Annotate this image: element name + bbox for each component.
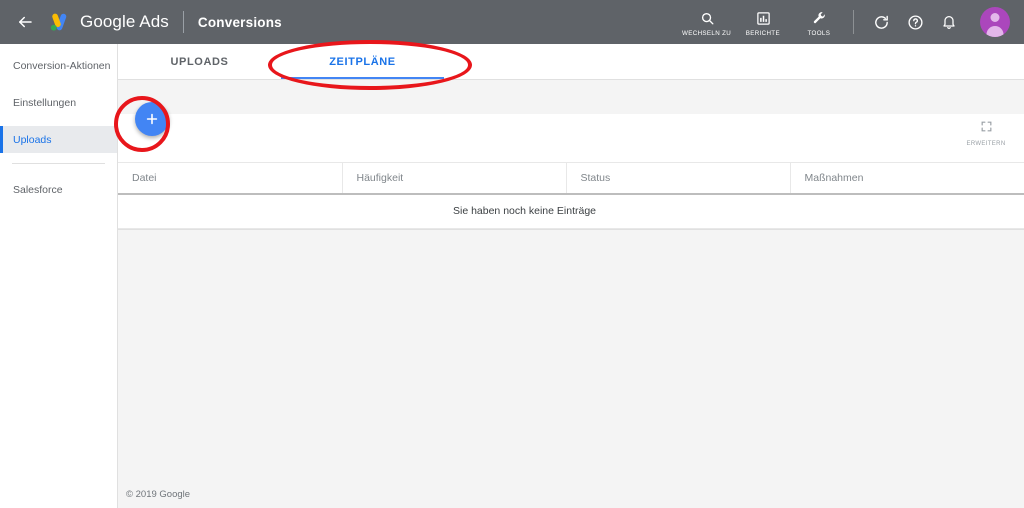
- sidebar-item-salesforce[interactable]: Salesforce: [0, 176, 117, 203]
- table-body: Sie haben noch keine Einträge: [118, 193, 1024, 229]
- sidebar-item-label: Conversion-Aktionen: [13, 59, 111, 72]
- wrench-icon: [812, 9, 827, 28]
- add-schedule-button[interactable]: [135, 102, 169, 136]
- reports-button[interactable]: BERICHTE: [735, 7, 791, 37]
- table-header-row: Datei Häufigkeit Status Maßnahmen: [118, 162, 1024, 195]
- refresh-icon[interactable]: [864, 5, 898, 39]
- tools-button[interactable]: TOOLS: [791, 7, 847, 37]
- empty-state-message: Sie haben noch keine Einträge: [118, 193, 1024, 229]
- top-app-bar: Google Ads Conversions WECHSELN ZU BERIC…: [0, 0, 1024, 44]
- tab-bar: UPLOADS ZEITPLÄNE: [118, 44, 1024, 80]
- table-header: Datei Häufigkeit Status Maßnahmen: [118, 162, 1024, 195]
- expand-label: ERWEITERN: [966, 141, 1006, 147]
- google-ads-conversions-page: Google Ads Conversions WECHSELN ZU BERIC…: [0, 0, 1024, 508]
- sidebar-divider: [12, 163, 105, 164]
- reports-label: BERICHTE: [745, 30, 781, 37]
- help-icon[interactable]: [898, 5, 932, 39]
- sidebar-item-conversion-aktionen[interactable]: Conversion-Aktionen: [0, 52, 117, 79]
- tools-label: TOOLS: [807, 30, 831, 37]
- sidebar: Conversion-Aktionen Einstellungen Upload…: [0, 44, 118, 508]
- sidebar-item-einstellungen[interactable]: Einstellungen: [0, 89, 117, 116]
- sidebar-item-label: Einstellungen: [13, 96, 77, 109]
- toolbar-divider: [853, 10, 854, 34]
- table-empty-row: Sie haben noch keine Einträge: [118, 193, 1024, 229]
- avatar[interactable]: [980, 7, 1010, 37]
- expand-button[interactable]: ERWEITERN: [960, 120, 1012, 147]
- page-body: Conversion-Aktionen Einstellungen Upload…: [0, 44, 1024, 508]
- search-icon: [700, 9, 715, 28]
- column-header-haeufigkeit[interactable]: Häufigkeit: [342, 162, 567, 195]
- main-content: UPLOADS ZEITPLÄNE ERWEITERN Datei Häufig…: [118, 44, 1024, 508]
- topbar-actions: WECHSELN ZU BERICHTE TOOLS: [679, 0, 1024, 44]
- bell-icon[interactable]: [932, 5, 966, 39]
- tab-label: UPLOADS: [170, 55, 229, 68]
- column-header-status[interactable]: Status: [566, 162, 791, 195]
- switch-to-label: WECHSELN ZU: [682, 30, 732, 37]
- page-title: Conversions: [197, 14, 282, 30]
- schedules-card: ERWEITERN Datei Häufigkeit Status Maßnah…: [118, 114, 1024, 230]
- tab-zeitplaene[interactable]: ZEITPLÄNE: [281, 44, 444, 79]
- card-toolbar: ERWEITERN: [118, 114, 1024, 162]
- back-arrow-icon[interactable]: [12, 9, 38, 35]
- bar-chart-icon: [756, 9, 771, 28]
- tab-uploads[interactable]: UPLOADS: [118, 44, 281, 79]
- brand-divider: [182, 11, 184, 33]
- sidebar-item-uploads[interactable]: Uploads: [0, 126, 117, 153]
- column-header-datei[interactable]: Datei: [118, 162, 343, 195]
- expand-icon: [980, 120, 993, 138]
- switch-to-button[interactable]: WECHSELN ZU: [679, 7, 735, 37]
- tab-label: ZEITPLÄNE: [329, 55, 396, 68]
- sidebar-item-label: Salesforce: [13, 183, 63, 196]
- footer-copyright: © 2019 Google: [126, 489, 191, 500]
- sidebar-item-label: Uploads: [13, 133, 52, 146]
- google-ads-logo: [48, 11, 70, 33]
- column-header-massnahmen[interactable]: Maßnahmen: [790, 162, 1024, 195]
- toolbar-spacer: [118, 80, 1024, 115]
- schedules-table: Datei Häufigkeit Status Maßnahmen Sie ha…: [118, 162, 1024, 229]
- brand-name: Google Ads: [80, 12, 169, 31]
